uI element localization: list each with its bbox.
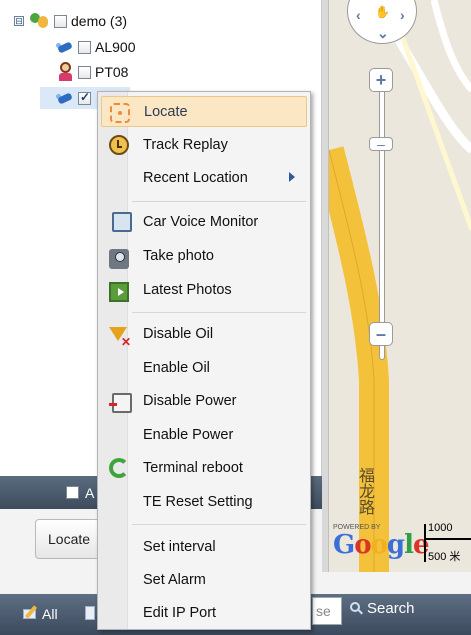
edit-icon: [21, 605, 39, 621]
google-logo-letter: o: [354, 530, 371, 560]
submenu-arrow-icon: [289, 172, 295, 182]
photos-icon: [109, 282, 129, 302]
menu-item-label: Car Voice Monitor: [143, 213, 259, 230]
locate-button-label: Locate: [48, 531, 91, 547]
group-checkbox[interactable]: [54, 14, 67, 28]
map-roads: [329, 0, 471, 572]
menu-item-label: Recent Location: [143, 169, 248, 186]
menu-item-disable-power[interactable]: Disable Power: [101, 385, 307, 416]
device-label: PT08: [95, 64, 129, 80]
group-icon: [28, 11, 50, 31]
menu-item-enable-oil[interactable]: Enable Oil: [101, 352, 307, 383]
map-scale: 1000 500 米: [422, 520, 471, 566]
road-label: 福龙路: [359, 466, 376, 517]
menu-item-label: Locate: [144, 103, 188, 120]
menu-item-label: Set Alarm: [143, 571, 206, 588]
google-logo: Google: [333, 530, 430, 560]
tree-device-row[interactable]: PT08: [56, 61, 128, 83]
document-icon[interactable]: [85, 606, 95, 620]
group-label: demo (3): [71, 13, 128, 29]
context-menu: Locate Track Replay Recent Location Car …: [97, 91, 311, 630]
menu-item-label: Latest Photos: [143, 281, 232, 298]
person-device-icon: [56, 62, 74, 82]
pan-right-icon[interactable]: ›: [400, 7, 405, 23]
satellite-device-icon: [56, 41, 74, 54]
camera-icon: [109, 249, 129, 269]
pan-left-icon[interactable]: ‹: [356, 7, 361, 23]
device-checkbox-checked[interactable]: [78, 90, 91, 105]
menu-item-label: Disable Oil: [143, 325, 214, 342]
phone-icon: [112, 212, 132, 232]
all-button[interactable]: All: [21, 605, 58, 622]
select-all-checkbox[interactable]: [66, 486, 79, 499]
menu-item-take-photo[interactable]: Take photo: [101, 240, 307, 271]
locate-icon: [110, 103, 130, 123]
menu-item-disable-oil[interactable]: ✕ Disable Oil: [101, 318, 307, 349]
search-button[interactable]: Search: [350, 600, 415, 617]
google-logo-letter: o: [370, 530, 388, 560]
zoom-out-button[interactable]: –: [369, 322, 393, 346]
menu-item-recent-location[interactable]: Recent Location: [101, 162, 307, 193]
menu-item-te-reset-setting[interactable]: TE Reset Setting: [101, 486, 307, 517]
google-logo-letter: g: [386, 530, 405, 560]
disable-oil-icon: ✕: [109, 324, 131, 349]
reboot-icon: [109, 458, 129, 478]
menu-item-label: Track Replay: [143, 136, 228, 153]
map-view[interactable]: ‹ › ⌄ ✋ + – – 福龙路 POWERED BY Google 1000…: [328, 0, 471, 572]
tree-device-row[interactable]: AL900: [56, 36, 135, 58]
select-all-label: A: [85, 484, 95, 501]
google-logo-letter: l: [404, 530, 414, 560]
menu-item-latest-photos[interactable]: Latest Photos: [101, 274, 307, 305]
menu-item-car-voice-monitor[interactable]: Car Voice Monitor: [101, 206, 307, 237]
device-checkbox[interactable]: [78, 40, 91, 54]
scale-bottom-label: 500 米: [428, 551, 461, 563]
track-replay-icon: [109, 135, 129, 155]
zoom-in-button[interactable]: +: [369, 68, 393, 92]
menu-item-locate[interactable]: Locate: [101, 96, 307, 127]
search-input[interactable]: se: [312, 597, 342, 625]
menu-item-set-alarm[interactable]: Set Alarm: [101, 564, 307, 595]
menu-item-label: Take photo: [143, 247, 214, 264]
device-label: AL900: [95, 39, 136, 55]
menu-item-label: Enable Oil: [143, 359, 210, 376]
search-label: Search: [367, 600, 415, 617]
satellite-device-icon: [56, 92, 74, 105]
device-checkbox[interactable]: [78, 65, 91, 79]
menu-item-label: Disable Power: [143, 392, 237, 409]
pan-down-icon[interactable]: ⌄: [377, 25, 389, 42]
collapse-icon[interactable]: ⊟: [14, 16, 24, 26]
menu-item-enable-power[interactable]: Enable Power: [101, 419, 307, 450]
menu-item-label: Set interval: [143, 538, 216, 555]
menu-item-terminal-reboot[interactable]: Terminal reboot: [101, 452, 307, 483]
zoom-slider-knob[interactable]: –: [369, 136, 393, 152]
tree-group-row[interactable]: ⊟ demo (3): [14, 10, 127, 32]
zoom-slider-track[interactable]: [379, 70, 385, 360]
hand-icon: ✋: [375, 5, 390, 19]
menu-item-label: Enable Power: [143, 426, 234, 443]
google-logo-letter: G: [333, 530, 355, 560]
menu-item-label: TE Reset Setting: [143, 493, 253, 510]
disable-power-icon: [109, 393, 132, 413]
menu-item-set-interval[interactable]: Set interval: [101, 531, 307, 562]
all-label: All: [42, 606, 58, 622]
menu-item-label: Terminal reboot: [143, 459, 243, 476]
scale-top-label: 1000: [428, 522, 453, 534]
search-icon: [350, 602, 363, 615]
menu-item-track-replay[interactable]: Track Replay: [101, 129, 307, 160]
menu-item-label: Edit IP Port: [143, 604, 217, 621]
menu-item-edit-ip-port[interactable]: Edit IP Port: [101, 597, 307, 628]
